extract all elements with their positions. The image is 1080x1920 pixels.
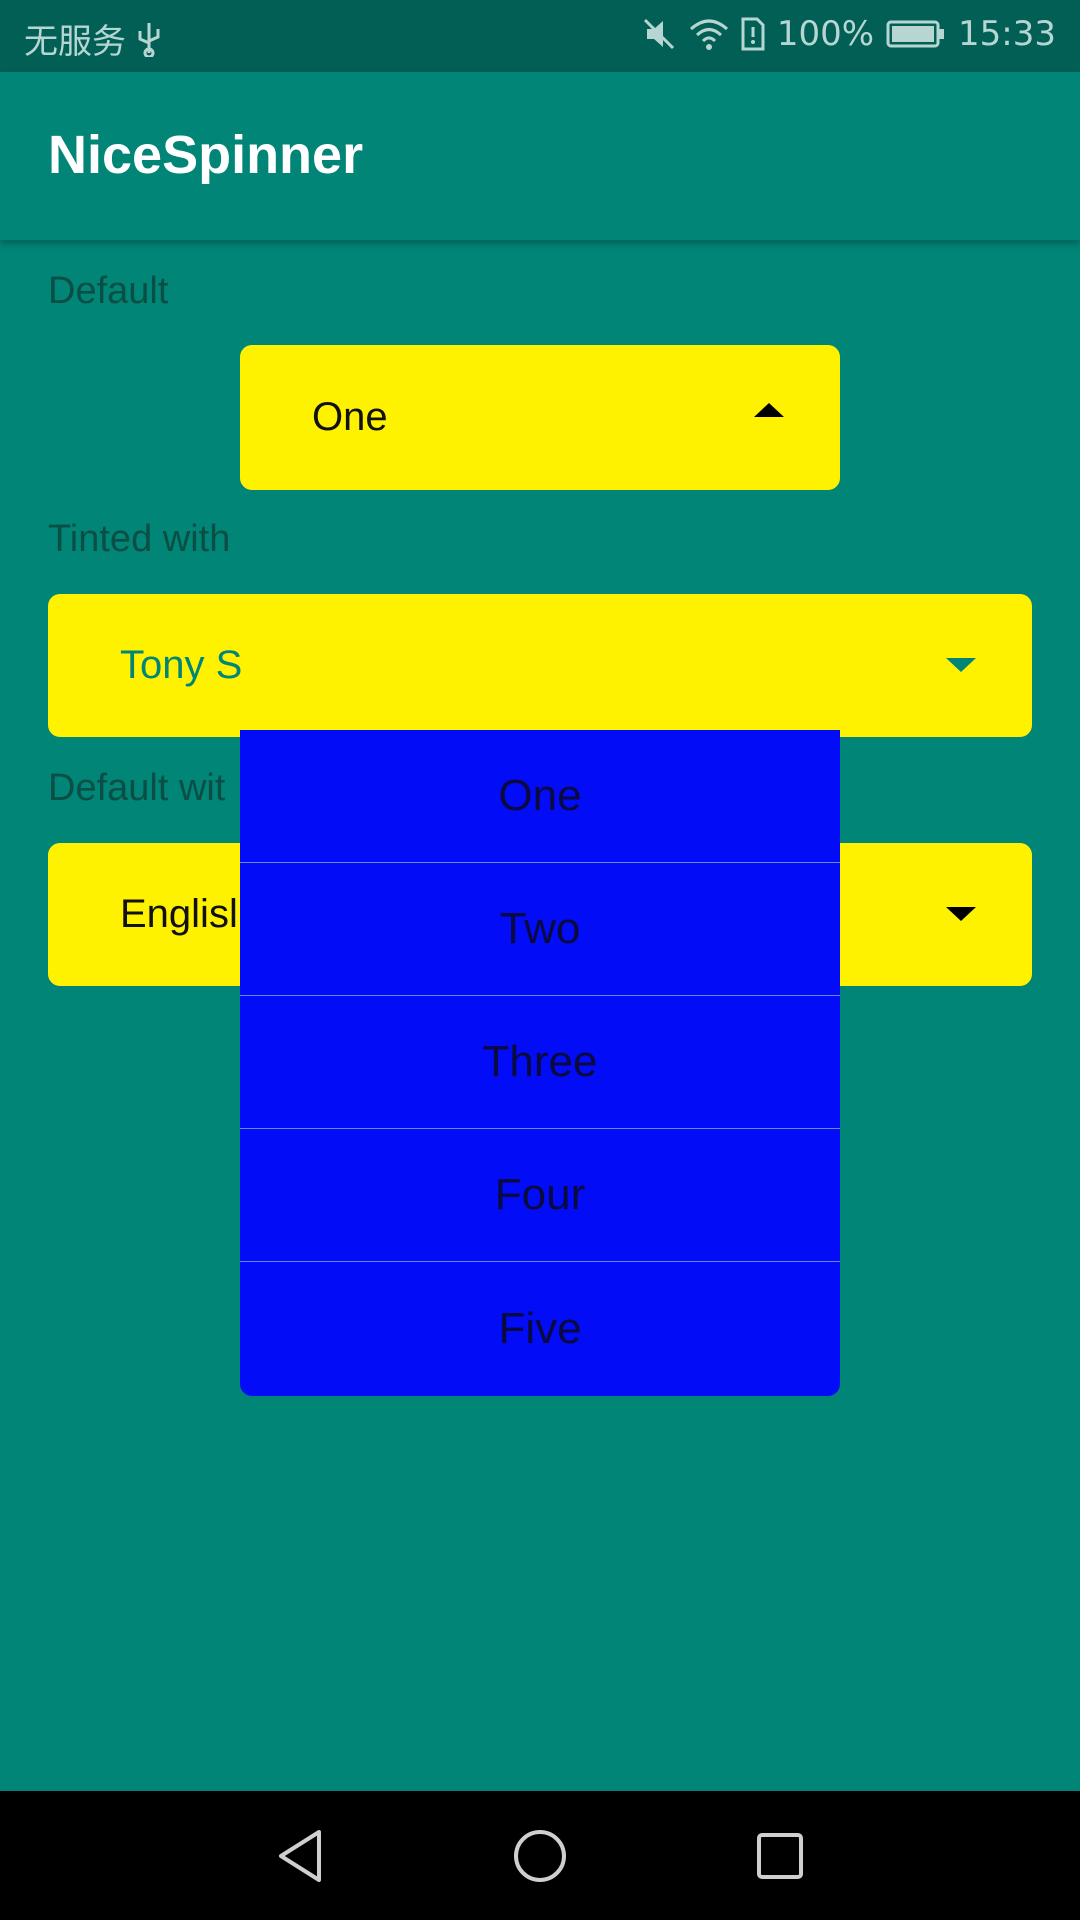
home-icon[interactable] (505, 1821, 575, 1891)
tinted-spinner[interactable]: Tony S (48, 594, 1032, 737)
app-title: NiceSpinner (48, 125, 364, 185)
chevron-up-icon (754, 403, 784, 417)
usb-icon (136, 21, 162, 57)
status-bar: 无服务 100% 15:33 (0, 0, 1080, 72)
navigation-bar (0, 1791, 1080, 1920)
battery-percent: 100% (776, 14, 875, 54)
spinner-dropdown: One Two Three Four Five (240, 730, 840, 1396)
section-label-default: Default (48, 270, 169, 312)
battery-icon (886, 19, 946, 49)
section-label-tinted: Tinted with (48, 518, 231, 560)
dropdown-item[interactable]: Two (240, 863, 840, 996)
mute-icon (641, 16, 677, 52)
default-spinner[interactable]: One (240, 345, 840, 490)
tinted-spinner-value: Tony S (120, 643, 243, 687)
chevron-down-icon (946, 907, 976, 921)
wifi-icon (689, 17, 729, 51)
app-bar: NiceSpinner (0, 72, 1080, 240)
default-spinner-value: One (312, 395, 388, 439)
section-label-default-with: Default wit (48, 767, 226, 809)
dropdown-item[interactable]: One (240, 730, 840, 863)
chevron-down-icon (946, 658, 976, 672)
language-spinner-value: Englisl (120, 892, 238, 936)
recents-icon[interactable] (745, 1821, 815, 1891)
main-content: Default One Tinted with Tony S Default w… (0, 240, 1080, 1791)
clock: 15:33 (958, 14, 1056, 54)
dropdown-item[interactable]: Three (240, 996, 840, 1129)
carrier-text: 无服务 (24, 22, 126, 62)
dropdown-item[interactable]: Four (240, 1129, 840, 1262)
back-icon[interactable] (265, 1821, 335, 1891)
sim-alert-icon (741, 17, 765, 51)
dropdown-item[interactable]: Five (240, 1262, 840, 1395)
